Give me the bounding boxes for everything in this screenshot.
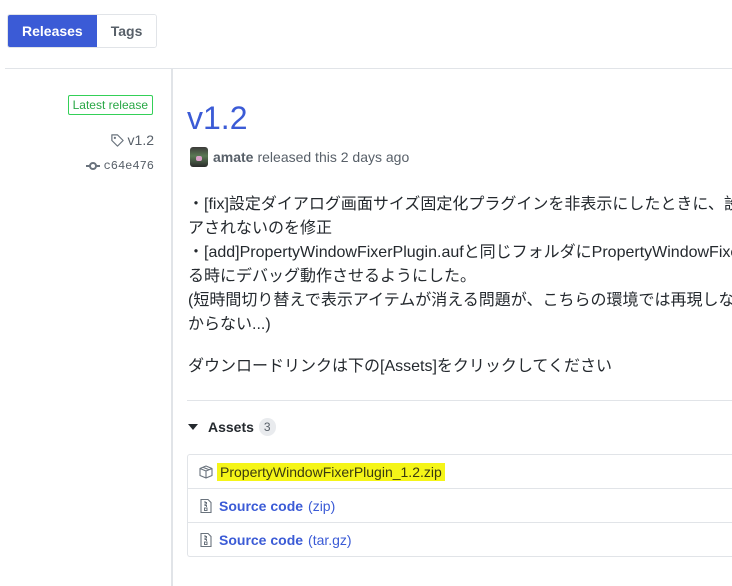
tab-releases[interactable]: Releases bbox=[8, 15, 97, 47]
sidebar-tag-link[interactable]: v1.2 bbox=[110, 132, 154, 148]
download-note: ダウンロードリンクは下の[Assets]をクリックしてください bbox=[188, 358, 612, 375]
tag-icon bbox=[110, 133, 125, 148]
release-notes: ・[fix]設定ダイアログ画面サイズ固定化プラグインを非表示にしたときに、設 ア… bbox=[188, 193, 732, 379]
assets-count: 3 bbox=[258, 418, 276, 436]
commit-sha: c64e476 bbox=[103, 159, 154, 173]
asset-item[interactable]: PropertyWindowFixerPlugin_1.2.zip bbox=[188, 455, 732, 488]
tag-name: v1.2 bbox=[127, 132, 154, 148]
asset-link[interactable]: PropertyWindowFixerPlugin_1.2.zip bbox=[217, 462, 445, 481]
asset-item[interactable]: Source code (tar.gz) bbox=[188, 522, 732, 556]
release-meta: amate released this 2 days ago bbox=[190, 147, 409, 167]
asset-suffix: (tar.gz) bbox=[308, 531, 352, 548]
timeline-line bbox=[171, 69, 173, 586]
triangle-down-icon bbox=[188, 424, 198, 430]
asset-item[interactable]: Source code (zip) bbox=[188, 488, 732, 522]
divider bbox=[187, 400, 732, 401]
asset-link[interactable]: Source code bbox=[219, 498, 303, 514]
assets-toggle[interactable]: Assets 3 bbox=[188, 418, 276, 436]
tab-tags[interactable]: Tags bbox=[96, 15, 157, 47]
avatar[interactable] bbox=[190, 147, 208, 167]
released-text: released this 2 days ago bbox=[257, 149, 410, 165]
file-zip-icon bbox=[198, 532, 214, 548]
note-line: ・[add]PropertyWindowFixerPlugin.aufと同じフォ… bbox=[188, 244, 732, 261]
asset-suffix: (zip) bbox=[308, 497, 336, 514]
note-line: アされないのを修正 bbox=[188, 220, 333, 237]
author-link[interactable]: amate bbox=[213, 149, 253, 165]
assets-label: Assets bbox=[208, 419, 254, 435]
note-line: る時にデバッグ動作させるようにした。 bbox=[188, 268, 477, 285]
asset-link[interactable]: Source code bbox=[219, 532, 303, 548]
file-zip-icon bbox=[198, 498, 214, 514]
sidebar-commit-link[interactable]: c64e476 bbox=[85, 159, 154, 173]
asset-list: PropertyWindowFixerPlugin_1.2.zip Source… bbox=[187, 454, 732, 557]
note-line: (短時間切り替えで表示アイテムが消える問題が、こちらの環境では再現しな bbox=[188, 292, 732, 309]
release-title[interactable]: v1.2 bbox=[187, 96, 247, 140]
divider bbox=[5, 68, 732, 69]
release-tabs: Releases Tags bbox=[7, 14, 158, 48]
latest-release-badge: Latest release bbox=[67, 95, 153, 115]
package-icon bbox=[198, 464, 214, 480]
note-line: ・[fix]設定ダイアログ画面サイズ固定化プラグインを非表示にしたときに、設 bbox=[188, 196, 732, 213]
note-line: からない...) bbox=[188, 316, 271, 333]
git-commit-icon bbox=[85, 161, 100, 171]
